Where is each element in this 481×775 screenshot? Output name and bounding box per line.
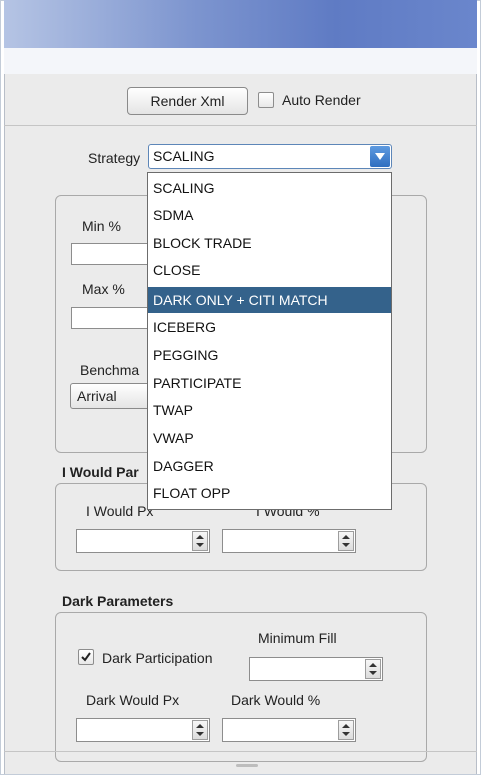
spinner-arrows-icon[interactable]	[338, 531, 354, 551]
dark-participation-label: Dark Participation	[102, 650, 213, 666]
chevron-down-icon[interactable]	[370, 146, 390, 167]
benchmark-combo[interactable]: Arrival	[70, 383, 152, 409]
strategy-option[interactable]: SDMA	[148, 202, 391, 228]
auto-render-checkbox[interactable]	[258, 92, 274, 108]
strategy-option[interactable]: PEGGING	[148, 342, 391, 368]
benchmark-label: Benchma	[80, 362, 140, 378]
strategy-option[interactable]: FLOAT OPP	[148, 480, 391, 506]
strategy-label: Strategy	[88, 150, 141, 166]
i-would-px-label: I Would Px	[86, 503, 154, 519]
strategy-option[interactable]: BLOCK TRADE	[148, 230, 391, 256]
strategy-option[interactable]: TWAP	[148, 397, 391, 423]
render-xml-button[interactable]: Render Xml	[127, 87, 248, 115]
spinner-arrows-icon[interactable]	[192, 720, 208, 740]
min-pct-field[interactable]	[71, 243, 151, 265]
toolbar-separator	[4, 125, 477, 126]
strategy-option-selected[interactable]: DARK ONLY + CITI MATCH	[148, 287, 391, 313]
strategy-option[interactable]: PARTICIPATE	[148, 370, 391, 396]
menu-strip	[4, 48, 477, 75]
strategy-option[interactable]: SCALING	[148, 175, 391, 201]
minimum-fill-label: Minimum Fill	[258, 630, 337, 646]
dark-would-pct-spinner[interactable]	[222, 718, 356, 742]
strategy-dropdown-list[interactable]: SCALING SDMA BLOCK TRADE CLOSE DARK ONLY…	[147, 172, 392, 510]
dark-would-px-spinner[interactable]	[76, 718, 210, 742]
render-xml-label: Render Xml	[150, 93, 225, 109]
i-would-pct-spinner[interactable]	[222, 529, 356, 553]
dark-would-px-label: Dark Would Px	[86, 692, 180, 708]
bottom-separator	[4, 751, 477, 752]
spinner-arrows-icon[interactable]	[192, 531, 208, 551]
dark-section-title: Dark Parameters	[62, 593, 174, 609]
max-pct-label: Max %	[82, 281, 125, 297]
title-bar	[4, 0, 477, 48]
i-would-px-spinner[interactable]	[76, 529, 210, 553]
strategy-selected-value: SCALING	[153, 148, 215, 164]
dark-would-pct-label: Dark Would %	[231, 692, 321, 708]
strategy-option[interactable]: DAGGER	[148, 453, 391, 479]
benchmark-value: Arrival	[77, 388, 117, 404]
strategy-option[interactable]: ICEBERG	[148, 314, 391, 340]
resize-handle[interactable]	[236, 764, 258, 767]
i-would-section-title: I Would Par	[62, 464, 139, 480]
spinner-arrows-icon[interactable]	[365, 659, 381, 679]
strategy-option[interactable]: VWAP	[148, 425, 391, 451]
check-icon	[81, 652, 91, 662]
dark-participation-checkbox[interactable]	[78, 649, 94, 665]
min-pct-label: Min %	[82, 218, 121, 234]
spinner-arrows-icon[interactable]	[338, 720, 354, 740]
max-pct-field[interactable]	[71, 307, 151, 329]
minimum-fill-spinner[interactable]	[249, 657, 383, 681]
auto-render-label: Auto Render	[282, 92, 361, 108]
strategy-option[interactable]: CLOSE	[148, 257, 391, 283]
strategy-combo[interactable]: SCALING	[148, 144, 392, 169]
